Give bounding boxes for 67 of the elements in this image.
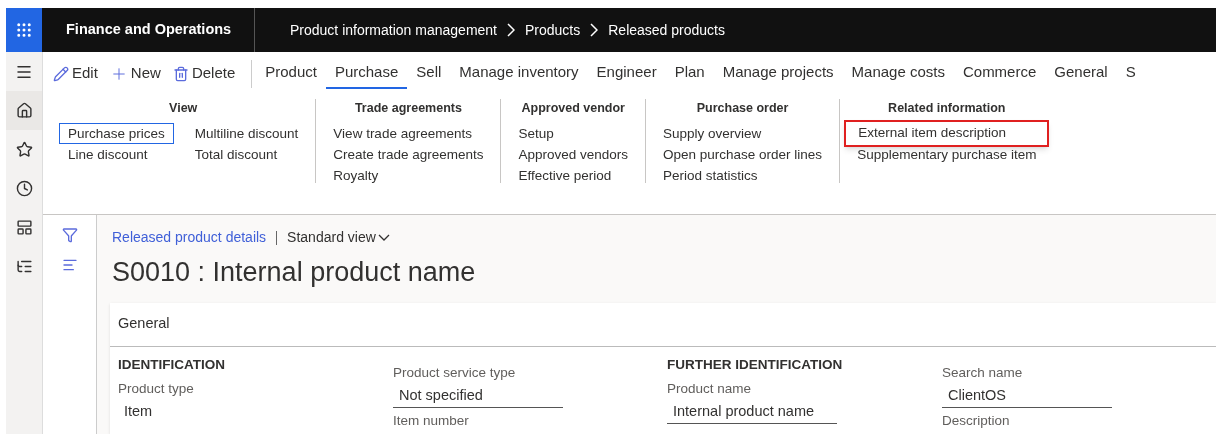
ribbon-item[interactable]: External item description <box>844 119 1050 147</box>
trash-icon <box>172 65 189 82</box>
star-icon[interactable] <box>15 141 33 158</box>
page-title: S0010 : Internal product name <box>112 256 477 289</box>
ribbon-item[interactable]: Royalty <box>324 164 493 186</box>
pencil-icon <box>53 65 69 82</box>
home-icon[interactable] <box>15 102 33 119</box>
workspace-icon[interactable] <box>15 219 33 236</box>
app-launcher[interactable] <box>6 8 42 52</box>
ribbon-item[interactable]: Total discount <box>185 143 308 165</box>
breadcrumb-link[interactable]: Released products <box>608 19 725 41</box>
field-label: Product service type <box>393 363 517 382</box>
ribbon-tab[interactable]: Manage costs <box>842 58 954 89</box>
chevron-icon <box>590 23 599 37</box>
ribbon-item[interactable]: Open purchase order lines <box>654 143 832 165</box>
filter-icon[interactable] <box>61 227 78 243</box>
waffle-icon <box>15 21 33 39</box>
text-field[interactable]: Internal product name <box>667 398 837 424</box>
field-label: Product type <box>118 379 195 398</box>
view-selector[interactable]: Standard view <box>287 227 390 248</box>
ribbon-item[interactable]: Period statistics <box>654 164 832 186</box>
list-icon[interactable] <box>15 258 33 275</box>
ribbon-tab[interactable]: S <box>1116 58 1145 89</box>
ribbon-item[interactable]: Multiline discount <box>185 122 308 144</box>
chevron-icon <box>507 23 515 37</box>
ribbon-item[interactable]: Create trade agreements <box>324 143 493 165</box>
lines-icon[interactable] <box>61 257 78 273</box>
text-field[interactable]: ClientOS <box>942 382 1112 408</box>
ribbon-tab[interactable]: Purchase <box>325 58 408 89</box>
section-header[interactable]: General <box>118 313 170 335</box>
breadcrumb-link[interactable]: Product information management <box>290 19 497 41</box>
group-heading: IDENTIFICATION <box>118 355 226 374</box>
breadcrumb-link[interactable]: Products <box>525 19 581 41</box>
ribbon-item[interactable]: Effective period <box>509 164 638 186</box>
new-button[interactable]: New <box>109 62 161 85</box>
ribbon-item[interactable]: Line discount <box>59 143 174 165</box>
page-link[interactable]: Released product details <box>112 227 267 248</box>
ribbon-item[interactable]: Approved vendors <box>509 143 638 165</box>
ribbon-tab[interactable]: Manage projects <box>713 58 843 89</box>
app-title: Finance and Operations <box>66 20 232 40</box>
group-title: View <box>168 100 199 117</box>
field-label: Search name <box>942 363 1024 382</box>
group-heading: FURTHER IDENTIFICATION <box>667 355 844 374</box>
group-title: Trade agreements <box>353 100 463 117</box>
field-label: Product name <box>667 379 753 398</box>
ribbon-tab[interactable]: Commerce <box>953 58 1046 89</box>
ribbon-item[interactable]: Setup <box>509 122 638 144</box>
ribbon-tab[interactable]: Sell <box>407 58 451 89</box>
ribbon-tab[interactable]: Plan <box>665 58 714 89</box>
ribbon-item[interactable]: View trade agreements <box>324 122 493 144</box>
field-value: Item <box>123 401 154 421</box>
clock-icon[interactable] <box>15 180 33 197</box>
chevron-icon <box>377 234 390 241</box>
field-label: Description <box>942 411 1011 430</box>
group-title: Approved vendor <box>520 100 626 117</box>
edit-button[interactable]: Edit <box>53 62 98 85</box>
ribbon-item[interactable]: Supply overview <box>654 122 832 144</box>
group-title: Related information <box>887 100 1007 117</box>
ribbon-tab[interactable]: Product <box>256 58 326 89</box>
ribbon-tab[interactable]: Manage inventory <box>450 58 588 89</box>
ribbon-item[interactable]: Purchase prices <box>59 122 174 144</box>
field-label: Item number <box>393 411 470 430</box>
text-field[interactable]: Not specified <box>393 382 563 408</box>
ribbon-tab[interactable]: General <box>1045 58 1117 89</box>
group-title: Purchase order <box>695 100 790 117</box>
ribbon-tab[interactable]: Engineer <box>587 58 666 89</box>
delete-button[interactable]: Delete <box>172 62 236 85</box>
